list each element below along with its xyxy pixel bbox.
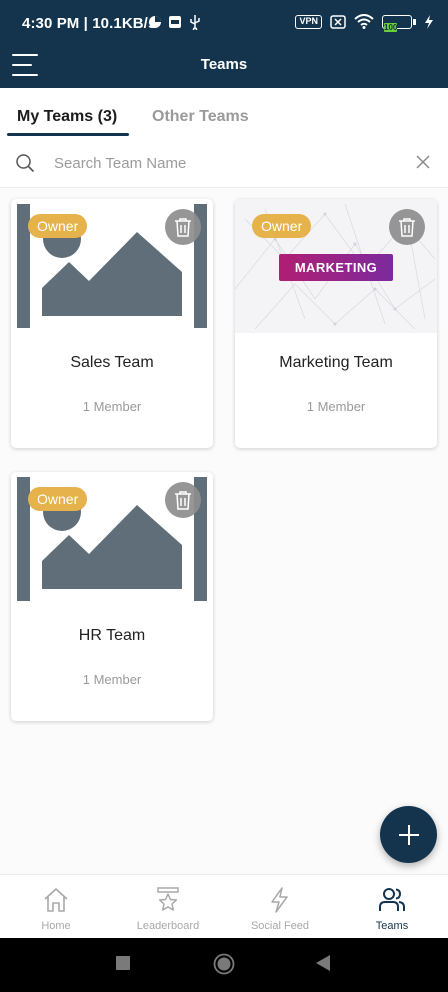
search-icon xyxy=(16,154,35,173)
owner-badge: Owner xyxy=(252,214,312,238)
page-title: Teams xyxy=(200,56,248,73)
app-header: 4:30 PM | 10.1KB/s VPN 100 Teams xyxy=(0,0,448,88)
nav-home[interactable]: Home xyxy=(0,875,112,938)
team-member-count: 1 Member xyxy=(82,399,142,414)
trash-icon xyxy=(175,218,191,237)
nav-label: Teams xyxy=(375,920,409,932)
nav-leaderboard[interactable]: Leaderboard xyxy=(112,875,224,938)
owner-badge: Owner xyxy=(28,487,88,511)
team-member-count: 1 Member xyxy=(306,399,366,414)
search-input[interactable] xyxy=(54,150,394,176)
team-name: Sales Team xyxy=(70,354,154,371)
status-bar: 4:30 PM | 10.1KB/s VPN 100 xyxy=(0,0,448,46)
battery-level: 100 xyxy=(384,22,398,32)
add-team-button[interactable] xyxy=(380,806,437,863)
nav-social-feed[interactable]: Social Feed xyxy=(224,875,336,938)
team-card-sales[interactable]: Owner Sales Team 1 Member xyxy=(11,199,213,448)
search-bar xyxy=(0,138,448,188)
nav-label: Home xyxy=(41,920,71,932)
sim-none-icon xyxy=(330,14,346,29)
data-saver-icon xyxy=(149,16,161,28)
tab-other-teams[interactable]: Other Teams xyxy=(152,108,249,126)
active-tab-indicator xyxy=(7,133,129,136)
team-member-count: 1 Member xyxy=(82,672,142,687)
trash-icon xyxy=(399,218,415,237)
vpn-badge: VPN xyxy=(295,14,322,29)
clear-search-icon[interactable] xyxy=(416,155,430,169)
lightning-icon xyxy=(271,887,288,913)
system-home-icon[interactable] xyxy=(213,953,235,975)
system-back-icon[interactable] xyxy=(316,955,330,971)
bottom-navigation: Home Leaderboard Social Feed Teams xyxy=(0,874,448,938)
delete-team-button[interactable] xyxy=(165,482,201,518)
delete-team-button[interactable] xyxy=(165,209,201,245)
team-card-marketing[interactable]: MARKETING Owner Marketing Team 1 Member xyxy=(235,199,437,448)
usb-icon xyxy=(190,15,200,30)
people-icon xyxy=(379,888,405,911)
nav-label: Leaderboard xyxy=(136,920,200,932)
owner-badge: Owner xyxy=(28,214,88,238)
trash-icon xyxy=(175,491,191,510)
leaderboard-icon xyxy=(157,887,179,911)
delete-team-button[interactable] xyxy=(389,209,425,245)
status-time: 4:30 PM | 10.1KB/s xyxy=(22,15,157,32)
notification-icon xyxy=(169,16,181,28)
team-name: HR Team xyxy=(78,627,146,644)
nav-teams[interactable]: Teams xyxy=(336,875,448,938)
battery-indicator: 100 xyxy=(382,14,416,32)
team-tabs: My Teams (3) Other Teams xyxy=(0,88,448,138)
nav-label: Social Feed xyxy=(250,920,310,932)
charging-icon xyxy=(425,14,433,29)
recent-apps-icon[interactable] xyxy=(116,956,130,970)
team-card-hr[interactable]: Owner HR Team 1 Member xyxy=(11,472,213,721)
plus-icon xyxy=(398,824,419,845)
team-name: Marketing Team xyxy=(279,354,393,371)
home-icon xyxy=(44,888,68,912)
system-navigation-bar xyxy=(0,938,448,992)
wifi-icon xyxy=(354,14,374,29)
tab-my-teams[interactable]: My Teams (3) xyxy=(17,108,117,126)
marketing-banner: MARKETING xyxy=(279,254,393,281)
